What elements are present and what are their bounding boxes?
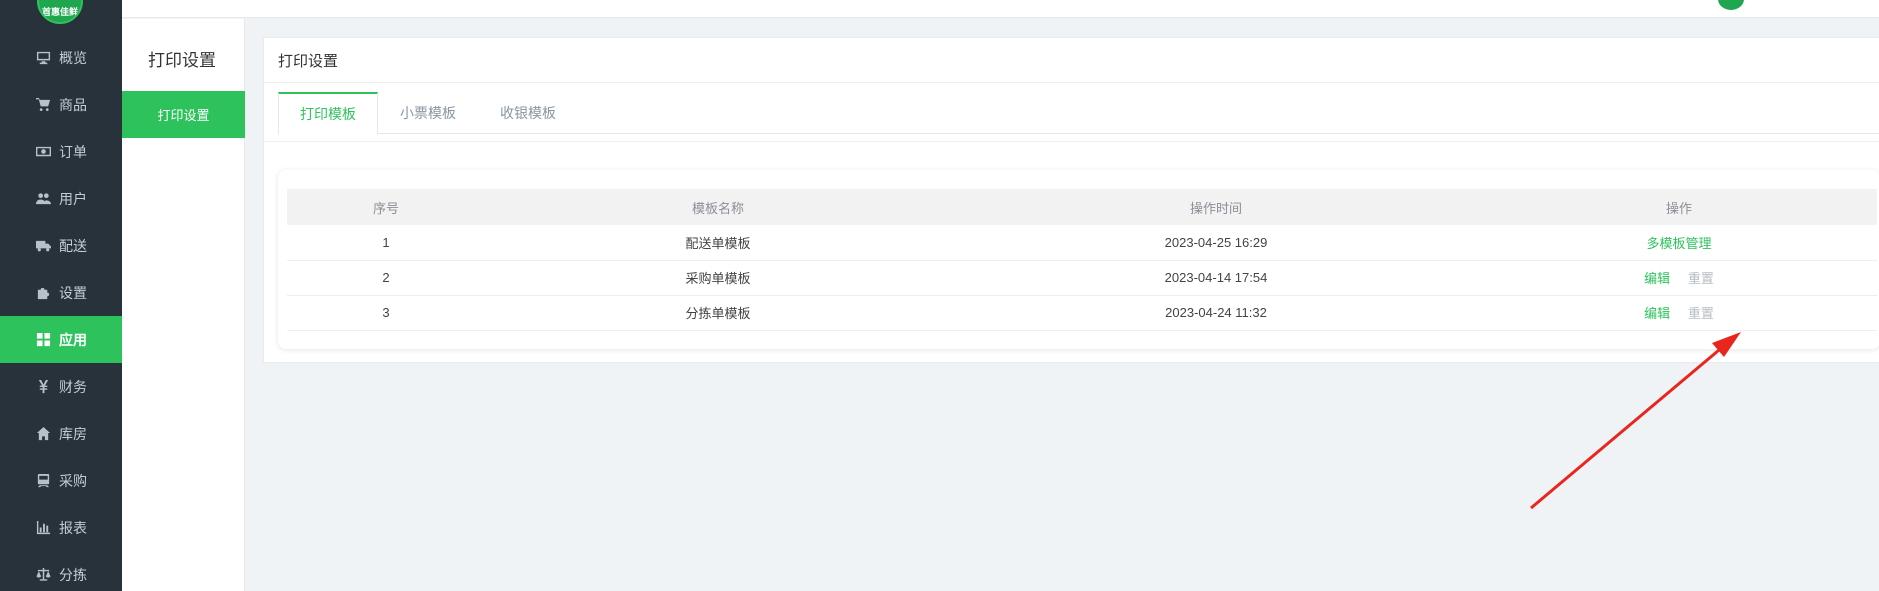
secondary-item-print-settings[interactable]: 打印设置 — [122, 91, 245, 138]
sidebar-item-label: 财务 — [59, 378, 87, 395]
yen-icon — [35, 379, 51, 395]
reset-link[interactable]: 重置 — [1688, 306, 1714, 321]
sidebar-item-label: 分拣 — [59, 566, 87, 583]
table-row: 3 分拣单模板 2023-04-24 11:32 编辑 重置 — [287, 295, 1877, 330]
sidebar-item-label: 设置 — [59, 284, 87, 301]
brand-logo-text: 首惠佳鲜 — [41, 7, 78, 17]
page-title: 打印设置 — [264, 38, 1879, 83]
row-operation-time: 2023-04-24 11:32 — [1165, 305, 1267, 320]
template-table-panel: 序号 模板名称 操作时间 操作 1 配送单模板 2023-04-25 16:29… — [278, 170, 1879, 349]
sidebar-item-label: 应用 — [59, 331, 87, 348]
print-settings-card: 打印设置 打印模板 小票模板 收银模板 序号 模板名称 操作时间 操作 1 配送… — [263, 37, 1879, 363]
sidebar-item-products[interactable]: 商品 — [0, 81, 122, 128]
train-icon — [35, 473, 51, 489]
cart-icon — [35, 97, 51, 113]
sidebar-item-finance[interactable]: 财务 — [0, 363, 122, 410]
tab-cashier-template[interactable]: 收银模板 — [478, 92, 578, 134]
sidebar-item-purchase[interactable]: 采购 — [0, 457, 122, 504]
sidebar-item-sorting[interactable]: 分拣 — [0, 551, 122, 591]
row-operation-time: 2023-04-25 16:29 — [1164, 234, 1268, 250]
reset-link[interactable]: 重置 — [1688, 271, 1714, 286]
tab-receipt-template[interactable]: 小票模板 — [378, 92, 478, 134]
table-header-row: 序号 模板名称 操作时间 操作 — [287, 189, 1877, 225]
apps-icon — [35, 332, 51, 348]
sidebar-item-orders[interactable]: 订单 — [0, 128, 122, 175]
monitor-icon — [35, 50, 51, 66]
sidebar-item-reports[interactable]: 报表 — [0, 504, 122, 551]
row-actions: 编辑 重置 — [1481, 260, 1877, 295]
scale-icon — [35, 567, 51, 583]
sidebar-item-label: 库房 — [59, 425, 87, 442]
template-table: 序号 模板名称 操作时间 操作 1 配送单模板 2023-04-25 16:29… — [287, 189, 1877, 331]
multi-template-manage-link[interactable]: 多模板管理 — [1646, 236, 1711, 251]
column-header-time: 操作时间 — [1189, 200, 1242, 216]
sidebar-item-label: 采购 — [59, 472, 87, 489]
main-nav: 概览 商品 订单 用户 配送 设置 应用 财务 库房 采购 报表 分拣 — [0, 34, 122, 591]
brand-logo[interactable]: 首惠佳鲜 — [37, 0, 83, 24]
sidebar-item-label: 订单 — [59, 143, 87, 160]
template-tabs: 打印模板 小票模板 收银模板 — [278, 92, 1879, 135]
row-template-name: 分拣单模板 — [685, 306, 751, 321]
sidebar-item-overview[interactable]: 概览 — [0, 34, 122, 81]
sidebar-item-settings[interactable]: 设置 — [0, 269, 122, 316]
row-actions: 编辑 重置 — [1481, 295, 1877, 330]
sidebar-item-label: 报表 — [59, 519, 87, 536]
row-index: 1 — [382, 234, 390, 250]
bar-chart-icon — [35, 520, 51, 536]
sidebar-item-warehouse[interactable]: 库房 — [0, 410, 122, 457]
tab-print-template[interactable]: 打印模板 — [278, 92, 378, 135]
sidebar-item-delivery[interactable]: 配送 — [0, 222, 122, 269]
table-row: 1 配送单模板 2023-04-25 16:29 多模板管理 — [287, 225, 1877, 260]
home-icon — [35, 426, 51, 442]
arrow-shaft — [1530, 343, 1726, 510]
row-index: 2 — [382, 270, 390, 285]
secondary-sidebar: 打印设置 打印设置 — [122, 19, 245, 591]
sidebar-item-label: 概览 — [59, 49, 87, 66]
sidebar-item-label: 配送 — [59, 237, 87, 254]
row-operation-time: 2023-04-14 17:54 — [1164, 270, 1268, 285]
table-row: 2 采购单模板 2023-04-14 17:54 编辑 重置 — [287, 260, 1877, 295]
row-template-name: 采购单模板 — [685, 271, 751, 286]
main-sidebar: 首惠佳鲜 概览 商品 订单 用户 配送 设置 应用 财务 库房 采购 报表 分拣 — [0, 0, 122, 591]
column-header-index: 序号 — [372, 200, 399, 216]
row-index: 3 — [382, 305, 390, 320]
user-avatar[interactable] — [1718, 0, 1744, 10]
row-template-name: 配送单模板 — [685, 235, 751, 251]
column-header-action: 操作 — [1665, 200, 1692, 216]
truck-icon — [35, 238, 51, 254]
edit-link[interactable]: 编辑 — [1644, 271, 1670, 286]
edit-link[interactable]: 编辑 — [1644, 306, 1670, 321]
sidebar-item-users[interactable]: 用户 — [0, 175, 122, 222]
users-icon — [35, 191, 51, 207]
secondary-sidebar-title: 打印设置 — [148, 51, 216, 70]
row-actions: 多模板管理 — [1481, 225, 1877, 260]
column-header-name: 模板名称 — [691, 200, 744, 216]
sidebar-item-apps[interactable]: 应用 — [0, 316, 122, 363]
top-bar — [122, 0, 1879, 18]
money-icon — [35, 144, 51, 160]
sidebar-item-label: 用户 — [59, 190, 87, 207]
divider — [264, 141, 1879, 142]
sidebar-item-label: 商品 — [59, 96, 87, 113]
puzzle-icon — [35, 285, 51, 301]
